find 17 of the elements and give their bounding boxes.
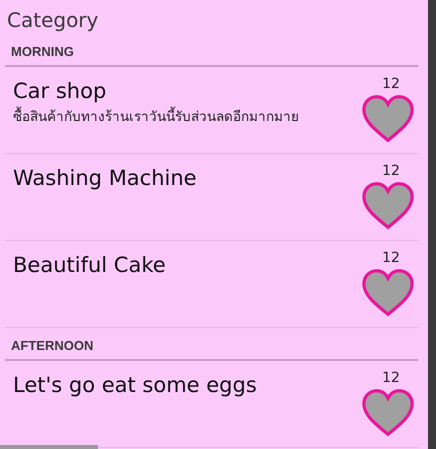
like-count: 12 (382, 163, 400, 179)
heart-icon[interactable] (360, 388, 416, 438)
heart-icon[interactable] (360, 181, 416, 231)
screen-title: Category (6, 7, 100, 34)
section-header: AFTERNOON (10, 337, 94, 355)
like-count: 12 (382, 250, 400, 266)
heart-icon[interactable] (360, 268, 416, 318)
item-title: Car shop (13, 79, 108, 103)
scrollbar[interactable] (0, 445, 98, 449)
item-title: Let's go eat some eggs (13, 373, 258, 397)
item-description: ซื้อสินค้ากับทางร้านเราวันนี้รับส่วนลดอีกมากมาย (13, 105, 358, 127)
heart-icon[interactable] (360, 94, 416, 144)
like-count: 12 (382, 76, 400, 92)
section-header: MORNING (10, 43, 75, 61)
item-title: Beautiful Cake (13, 253, 167, 277)
like-count: 12 (382, 370, 400, 386)
item-title: Washing Machine (13, 166, 198, 190)
